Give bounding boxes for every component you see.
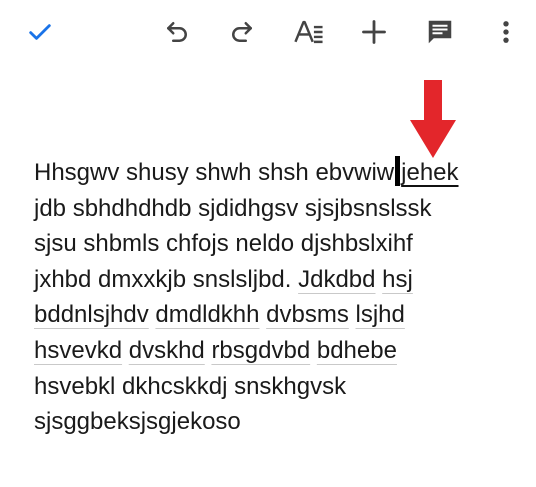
misspelled-word[interactable]: hsvevkd xyxy=(34,337,122,364)
text-line[interactable]: bddnlsjhdv dmdldkhh dvbsms lsjhd xyxy=(34,297,514,333)
comment-icon xyxy=(428,20,452,44)
text-run[interactable]: hsvebkl dkhcskkdj snskhgvsk xyxy=(34,373,346,400)
text-run[interactable] xyxy=(310,337,317,364)
undo-icon xyxy=(167,22,187,42)
plus-icon xyxy=(362,20,386,44)
text-cursor xyxy=(395,156,401,186)
misspelled-word[interactable]: dmdldkhh xyxy=(155,301,259,328)
redo-icon xyxy=(232,22,252,42)
misspelled-word[interactable]: rbsgdvbd xyxy=(211,337,310,364)
selected-word[interactable]: jehek xyxy=(401,159,458,186)
misspelled-word[interactable]: dvskhd xyxy=(129,337,205,364)
more-options-button[interactable] xyxy=(486,12,526,52)
misspelled-word[interactable]: hsj xyxy=(382,266,413,293)
misspelled-word[interactable]: lsjhd xyxy=(356,301,405,328)
insert-button[interactable] xyxy=(354,12,394,52)
text-run[interactable] xyxy=(349,301,356,328)
text-format-icon xyxy=(294,20,323,44)
misspelled-word[interactable]: bddnlsjhdv xyxy=(34,301,149,328)
more-vertical-icon xyxy=(503,21,509,43)
editor-toolbar xyxy=(0,0,536,64)
text-run[interactable]: jdb sbhdhdhdb sjdidhgsv sjsjbsnslssk xyxy=(34,195,432,222)
undo-button[interactable] xyxy=(157,12,197,52)
red-arrow-annotation xyxy=(410,80,456,158)
text-format-button[interactable] xyxy=(289,12,329,52)
text-line[interactable]: hsvebkl dkhcskkdj snskhgvsk xyxy=(34,369,514,405)
text-line[interactable]: jdb sbhdhdhdb sjdidhgsv sjsjbsnslssk xyxy=(34,191,514,227)
text-line[interactable]: sjsggbeksjsgjekoso xyxy=(34,404,514,440)
text-line[interactable]: Hhsgwv shusy shwh shsh ebvwiw jehek xyxy=(34,155,514,191)
text-run[interactable]: Hhsgwv shusy shwh shsh ebvwiw xyxy=(34,159,394,186)
comment-button[interactable] xyxy=(420,12,460,52)
check-icon xyxy=(29,24,51,40)
text-line[interactable]: sjsu shbmls chfojs neldo djshbslxihf xyxy=(34,226,514,262)
misspelled-word[interactable]: bdhebe xyxy=(317,337,397,364)
document-body[interactable]: Hhsgwv shusy shwh shsh ebvwiw jehek jdb sb… xyxy=(34,155,514,440)
text-run[interactable] xyxy=(122,337,129,364)
done-button[interactable] xyxy=(20,12,60,52)
text-run[interactable]: jxhbd dmxxkjb snslsljbd. xyxy=(34,266,298,293)
text-line[interactable]: jxhbd dmxxkjb snslsljbd. Jdkdbd hsj xyxy=(34,262,514,298)
redo-button[interactable] xyxy=(222,12,262,52)
misspelled-word[interactable]: dvbsms xyxy=(266,301,349,328)
text-line[interactable]: hsvevkd dvskhd rbsgdvbd bdhebe xyxy=(34,333,514,369)
misspelled-word[interactable]: Jdkdbd xyxy=(298,266,375,293)
text-run[interactable]: sjsu shbmls chfojs neldo djshbslxihf xyxy=(34,230,413,257)
text-run[interactable]: sjsggbeksjsgjekoso xyxy=(34,408,241,435)
